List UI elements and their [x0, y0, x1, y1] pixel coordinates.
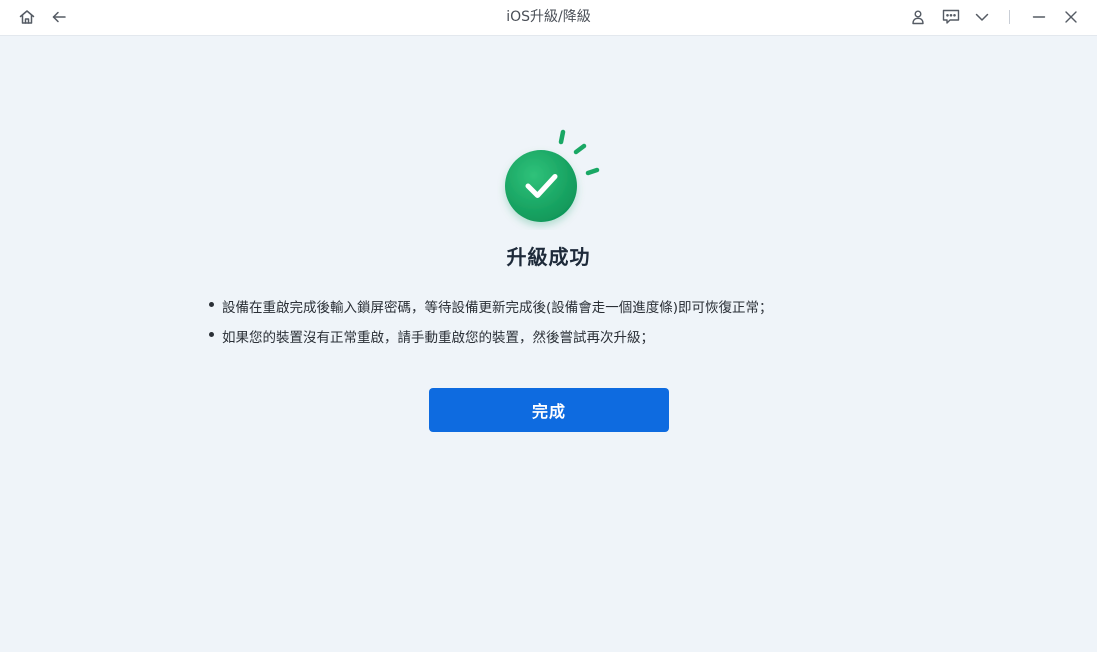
close-button[interactable]: [1058, 5, 1084, 29]
chat-icon: [942, 9, 960, 24]
title-bar: iOS升級/降級: [0, 0, 1097, 36]
bullet: [209, 302, 214, 307]
feedback-button[interactable]: [938, 5, 964, 29]
chevron-down-icon: [975, 13, 989, 21]
list-item: 設備在重啟完成後輸入鎖屏密碼，等待設備更新完成後(設備會走一個進度條)即可恢復正…: [208, 293, 773, 323]
account-button[interactable]: [905, 5, 931, 29]
success-check-icon: [497, 125, 607, 230]
list-item: 如果您的裝置沒有正常重啟，請手動重啟您的裝置，然後嘗試再次升級；: [208, 323, 773, 353]
bullet: [209, 332, 214, 337]
instruction-text: 如果您的裝置沒有正常重啟，請手動重啟您的裝置，然後嘗試再次升級；: [222, 330, 654, 346]
result-heading: 升級成功: [506, 245, 591, 269]
close-icon: [1065, 11, 1077, 23]
window-title: iOS升級/降級: [506, 9, 591, 25]
titlebar-divider: [1009, 10, 1010, 24]
user-icon: [912, 10, 924, 25]
minimize-icon: [1032, 16, 1046, 18]
instruction-text: 設備在重啟完成後輸入鎖屏密碼，等待設備更新完成後(設備會走一個進度條)即可恢復正…: [222, 300, 773, 316]
done-button[interactable]: 完成: [429, 388, 669, 432]
app-window: iOS升級/降級 升級成功 設備在重啟完成後輸入鎖屏密碼，等待設備更新完成後(設…: [0, 0, 1097, 652]
instruction-list: 設備在重啟完成後輸入鎖屏密碼，等待設備更新完成後(設備會走一個進度條)即可恢復正…: [208, 293, 773, 353]
minimize-button[interactable]: [1026, 5, 1052, 29]
menu-dropdown-button[interactable]: [969, 5, 995, 29]
